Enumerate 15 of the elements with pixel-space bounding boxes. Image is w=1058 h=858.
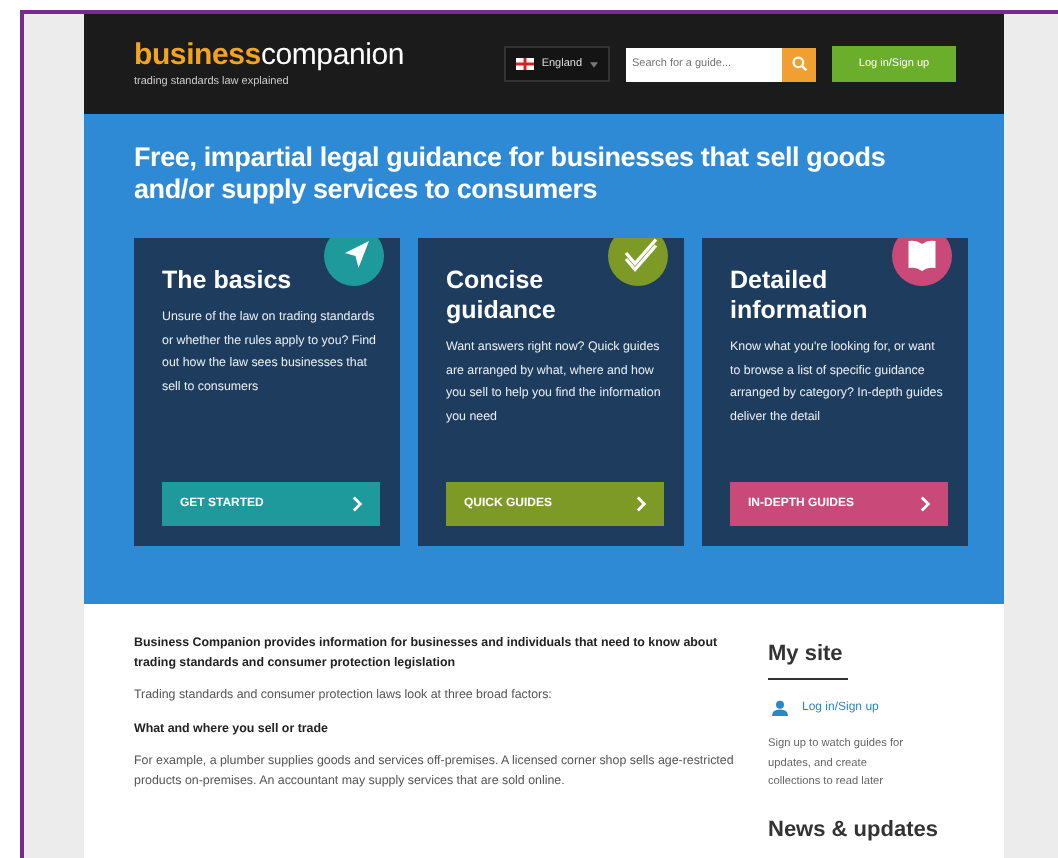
- user-icon: [772, 700, 788, 716]
- search-button[interactable]: [782, 47, 816, 81]
- chevron-icon: [352, 496, 362, 512]
- caret-icon: [590, 61, 598, 67]
- chevron-icon: [636, 496, 646, 512]
- sidebar-title: My site: [768, 642, 848, 680]
- flag-icon: [515, 58, 534, 70]
- card-title: Detailed information: [730, 266, 870, 326]
- logo[interactable]: businesscompanion: [134, 40, 488, 72]
- sidebar-title: News & updates: [768, 817, 940, 841]
- card-title: The basics: [162, 266, 294, 296]
- hero-title: Free, impartial legal guidance for businesses that sell goods and/or supply services to consumers: [134, 142, 888, 206]
- chevron-icon: [920, 496, 930, 512]
- search-icon: [791, 56, 807, 72]
- card-title: Concise guidance: [446, 266, 558, 326]
